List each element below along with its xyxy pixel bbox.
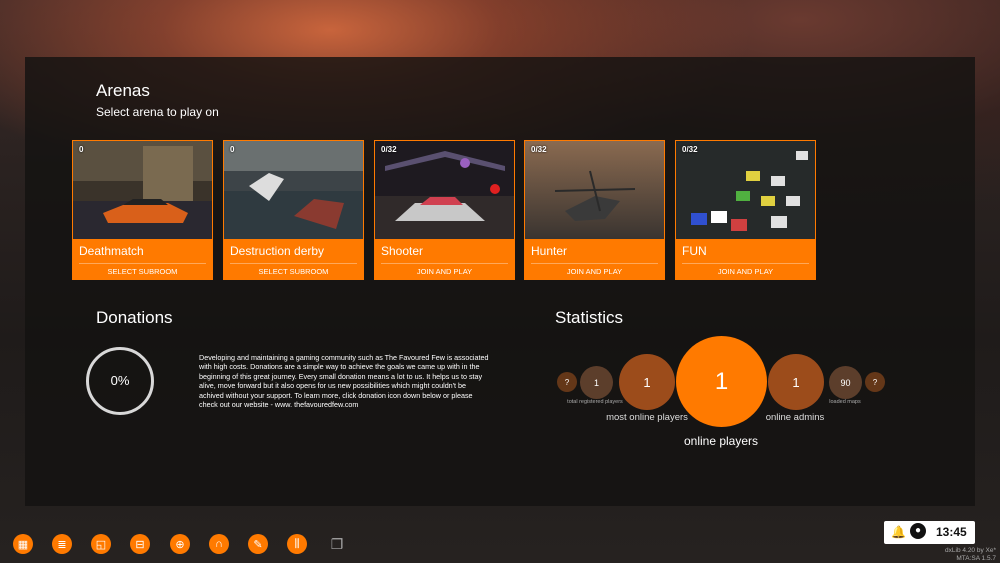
bell-icon[interactable]: 🔔 xyxy=(891,525,906,539)
user-icon[interactable]: ● xyxy=(910,523,926,539)
car-icon[interactable]: ⊟ xyxy=(130,534,150,554)
arena-action-button[interactable]: JOIN AND PLAY xyxy=(375,267,514,276)
arena-action-button[interactable]: JOIN AND PLAY xyxy=(676,267,815,276)
donations-description: Developing and maintaining a gaming comm… xyxy=(199,353,489,410)
donation-percent: 0% xyxy=(110,373,130,388)
arena-player-count: 0/32 xyxy=(531,145,547,154)
clock-time: 13:45 xyxy=(936,525,967,539)
windows-icon[interactable]: ❐ xyxy=(327,534,347,554)
stat-admins-value: 1 xyxy=(792,374,800,390)
arena-thumbnail xyxy=(224,141,363,239)
stat-tiny-left-value: ? xyxy=(564,377,570,387)
chart-icon[interactable]: ◱ xyxy=(91,534,111,554)
arena-name: Deathmatch xyxy=(79,244,144,258)
stat-registered-value: 1 xyxy=(593,377,599,388)
arena-player-count: 0/32 xyxy=(682,145,698,154)
arena-footer: Hunter JOIN AND PLAY xyxy=(525,239,664,280)
arena-card-destruction-derby[interactable]: 0 Destruction derby SELECT SUBROOM xyxy=(223,140,364,280)
arena-icon[interactable]: ▦ xyxy=(13,534,33,554)
stat-registered-label: total registered players xyxy=(567,399,623,405)
stat-maps-value: 90 xyxy=(840,377,851,388)
arena-footer: Deathmatch SELECT SUBROOM xyxy=(73,239,212,280)
sliders-icon[interactable]: ⫼ xyxy=(287,534,307,554)
stat-bubble-registered: 1 xyxy=(580,366,613,399)
arena-name: FUN xyxy=(682,244,707,258)
arena-thumbnail xyxy=(375,141,514,239)
arena-action-button[interactable]: SELECT SUBROOM xyxy=(224,267,363,276)
version-line-2: MTA:SA 1.5.7 xyxy=(956,555,996,562)
divider xyxy=(682,263,809,264)
globe-icon[interactable]: ⊕ xyxy=(170,534,190,554)
arena-player-count: 0/32 xyxy=(381,145,397,154)
arena-footer: Destruction derby SELECT SUBROOM xyxy=(224,239,363,280)
stat-online-value: 1 xyxy=(714,367,729,395)
headphones-icon[interactable]: ∩ xyxy=(209,534,229,554)
arena-thumbnail xyxy=(525,141,664,239)
stat-bubble-admins: 1 xyxy=(768,354,824,410)
divider xyxy=(230,263,357,264)
arena-name: Hunter xyxy=(531,244,568,258)
arena-footer: Shooter JOIN AND PLAY xyxy=(375,239,514,280)
arenas-title: Arenas xyxy=(96,81,150,100)
main-panel xyxy=(25,57,975,506)
paint-icon[interactable]: ✎ xyxy=(248,534,268,554)
clock-widget: 🔔 ● 13:45 xyxy=(884,521,975,544)
arena-thumbnail xyxy=(73,141,212,239)
stat-online-label: online players xyxy=(683,434,759,448)
stat-bubble-most-online: 1 xyxy=(619,354,675,410)
stat-maps-label: loaded maps xyxy=(829,399,861,405)
arena-card-fun[interactable]: 0/32 FUN JOIN AND PLAY xyxy=(675,140,816,280)
stat-bubble-maps: 90 xyxy=(829,366,862,399)
arena-footer: FUN JOIN AND PLAY xyxy=(676,239,815,280)
arena-card-hunter[interactable]: 0/32 Hunter JOIN AND PLAY xyxy=(524,140,665,280)
arena-card-shooter[interactable]: 0/32 Shooter JOIN AND PLAY xyxy=(374,140,515,280)
stat-most-online-value: 1 xyxy=(643,374,651,390)
stat-tiny-right-value: ? xyxy=(872,377,878,387)
divider xyxy=(79,263,206,264)
arena-name: Destruction derby xyxy=(230,244,325,258)
divider xyxy=(531,263,658,264)
arena-name: Shooter xyxy=(381,244,424,258)
version-line-1: dxLib 4.20 by Xe* xyxy=(945,547,996,554)
stat-most-online-label: most online players xyxy=(606,412,688,423)
arena-player-count: 0 xyxy=(230,145,235,154)
donations-title: Donations xyxy=(96,308,173,327)
stat-bubble-tiny-right: ? xyxy=(865,372,885,392)
donation-progress-ring[interactable]: 0% xyxy=(86,347,154,415)
arena-card-deathmatch[interactable]: 0 Deathmatch SELECT SUBROOM xyxy=(72,140,213,280)
arena-action-button[interactable]: JOIN AND PLAY xyxy=(525,267,664,276)
divider xyxy=(381,263,508,264)
stat-bubble-tiny-left: ? xyxy=(557,372,577,392)
arena-player-count: 0 xyxy=(79,145,84,154)
statistics-title: Statistics xyxy=(555,308,624,327)
arena-action-button[interactable]: SELECT SUBROOM xyxy=(73,267,212,276)
arena-thumbnail xyxy=(676,141,815,239)
arenas-subtitle: Select arena to play on xyxy=(96,105,219,119)
document-icon[interactable]: ≣ xyxy=(52,534,72,554)
stat-admins-label: online admins xyxy=(765,412,825,423)
